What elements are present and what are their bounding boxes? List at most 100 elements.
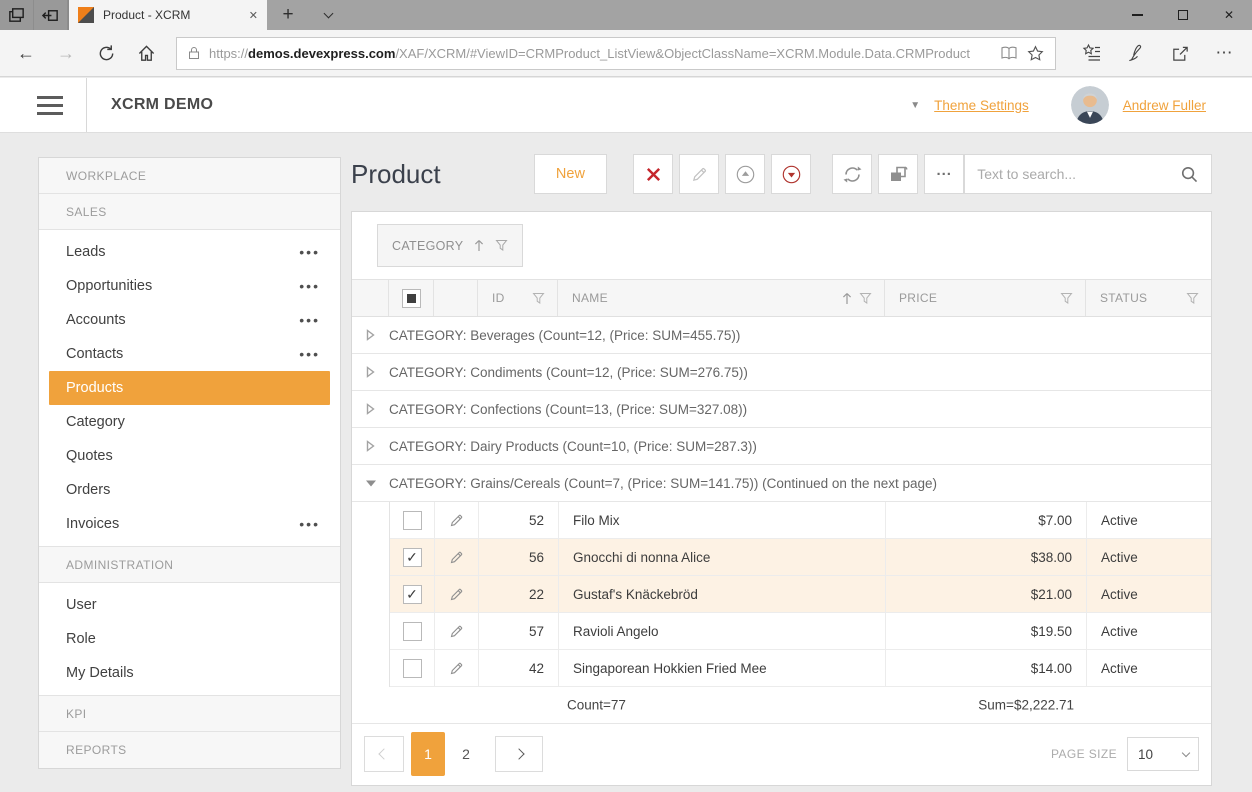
set-tabs-aside-button[interactable] <box>34 0 68 30</box>
column-chooser-button[interactable] <box>878 154 918 194</box>
cell-id: 22 <box>479 576 559 612</box>
sidebar-group-kpi[interactable]: KPI <box>39 696 340 732</box>
collapse-all-button[interactable] <box>725 154 765 194</box>
group-row-dairy-products[interactable]: CATEGORY: Dairy Products (Count=10, (Pri… <box>352 428 1211 465</box>
lock-icon <box>188 46 200 60</box>
web-note-button[interactable] <box>1114 33 1158 73</box>
share-button[interactable] <box>1158 33 1202 73</box>
tab-list-button[interactable] <box>309 0 347 30</box>
prev-page-button[interactable] <box>364 736 404 772</box>
sidebar-group-reports[interactable]: REPORTS <box>39 732 340 768</box>
forward-button[interactable]: → <box>46 33 86 73</box>
edit-button[interactable] <box>679 154 719 194</box>
theme-caret-icon[interactable]: ▼ <box>910 100 920 111</box>
expand-arrow-icon[interactable] <box>352 366 389 378</box>
filter-icon[interactable] <box>532 292 545 305</box>
hub-button[interactable] <box>1070 33 1114 73</box>
new-button[interactable]: New <box>534 154 608 194</box>
sidebar-group-sales[interactable]: SALES <box>39 194 340 230</box>
row-checkbox[interactable] <box>403 659 422 678</box>
menu-toggle-button[interactable] <box>37 96 63 115</box>
user-name-link[interactable]: Andrew Fuller <box>1123 98 1206 113</box>
refresh-button[interactable] <box>86 33 126 73</box>
back-button[interactable]: ← <box>6 33 46 73</box>
group-label: SALES <box>66 205 107 219</box>
page-button-1[interactable]: 1 <box>411 732 445 776</box>
row-edit-button[interactable] <box>435 539 479 575</box>
sidebar-group-administration[interactable]: ADMINISTRATION <box>39 547 340 583</box>
filter-icon[interactable] <box>1060 292 1073 305</box>
reading-view-icon[interactable] <box>1000 46 1018 60</box>
sidebar-item-category[interactable]: Category <box>39 405 340 439</box>
tab-close-icon[interactable]: ✕ <box>249 9 258 22</box>
expand-arrow-icon[interactable] <box>352 440 389 452</box>
cell-status: Active <box>1087 539 1211 575</box>
row-edit-button[interactable] <box>435 613 479 649</box>
minimize-button[interactable] <box>1114 0 1160 30</box>
group-row-condiments[interactable]: CATEGORY: Condiments (Count=12, (Price: … <box>352 354 1211 391</box>
next-page-button[interactable] <box>495 736 543 772</box>
expand-all-button[interactable] <box>771 154 811 194</box>
sidebar-item-products[interactable]: Products <box>49 371 330 405</box>
favorite-star-icon[interactable] <box>1027 45 1044 62</box>
column-header-name[interactable]: NAME <box>558 280 885 316</box>
column-header-id[interactable]: ID <box>478 280 558 316</box>
group-chip-category[interactable]: CATEGORY <box>377 224 523 267</box>
theme-settings-link[interactable]: Theme Settings <box>934 98 1029 113</box>
address-bar[interactable]: https://demos.devexpress.com/XAF/XCRM/#V… <box>176 37 1056 70</box>
filter-icon[interactable] <box>1186 292 1199 305</box>
sidebar-group-workplace[interactable]: WORKPLACE <box>39 158 340 194</box>
search-input[interactable] <box>977 166 1180 182</box>
grid-refresh-button[interactable] <box>832 154 872 194</box>
expand-arrow-icon[interactable] <box>352 329 389 341</box>
delete-button[interactable] <box>633 154 673 194</box>
cell-price: $38.00 <box>886 539 1087 575</box>
user-avatar[interactable] <box>1071 86 1109 124</box>
table-row[interactable]: 57 Ravioli Angelo $19.50 Active <box>390 613 1211 650</box>
sidebar-item-orders[interactable]: Orders <box>39 473 340 507</box>
row-edit-button[interactable] <box>435 576 479 612</box>
home-button[interactable] <box>126 33 166 73</box>
filter-icon[interactable] <box>859 292 872 305</box>
group-row-grains-cereals[interactable]: CATEGORY: Grains/Cereals (Count=7, (Pric… <box>352 465 1211 502</box>
sidebar-item-my-details[interactable]: My Details <box>39 656 340 690</box>
new-tab-button[interactable]: + <box>267 0 309 30</box>
table-row[interactable]: 22 Gustaf's Knäckebröd $21.00 Active <box>390 576 1211 613</box>
table-row[interactable]: 52 Filo Mix $7.00 Active <box>390 502 1211 539</box>
row-edit-button[interactable] <box>435 650 479 686</box>
sidebar-item-opportunities[interactable]: Opportunities••• <box>39 269 340 303</box>
sidebar-item-quotes[interactable]: Quotes <box>39 439 340 473</box>
column-header-price[interactable]: PRICE <box>885 280 1086 316</box>
sidebar-item-accounts[interactable]: Accounts••• <box>39 303 340 337</box>
row-checkbox[interactable] <box>403 622 422 641</box>
search-icon[interactable] <box>1180 165 1199 184</box>
close-button[interactable]: ✕ <box>1206 0 1252 30</box>
row-select-cell <box>390 539 435 575</box>
sidebar-item-leads[interactable]: Leads••• <box>39 235 340 269</box>
sidebar-item-user[interactable]: User <box>39 588 340 622</box>
maximize-button[interactable] <box>1160 0 1206 30</box>
table-row[interactable]: 42 Singaporean Hokkien Fried Mee $14.00 … <box>390 650 1211 687</box>
browser-menu-button[interactable]: ⋯ <box>1202 33 1246 73</box>
more-actions-button[interactable]: ... <box>924 154 964 194</box>
group-row-confections[interactable]: CATEGORY: Confections (Count=13, (Price:… <box>352 391 1211 428</box>
sidebar-item-role[interactable]: Role <box>39 622 340 656</box>
page-button-2[interactable]: 2 <box>449 732 483 776</box>
column-header-status[interactable]: STATUS <box>1086 280 1211 316</box>
row-edit-button[interactable] <box>435 502 479 538</box>
collapse-arrow-icon[interactable] <box>352 479 389 488</box>
sidebar-item-contacts[interactable]: Contacts••• <box>39 337 340 371</box>
browser-tab[interactable]: Product - XCRM ✕ <box>69 0 267 30</box>
page-title: Product <box>351 159 441 190</box>
row-checkbox[interactable] <box>403 511 422 530</box>
filter-icon[interactable] <box>495 239 508 252</box>
sidebar-item-invoices[interactable]: Invoices••• <box>39 507 340 541</box>
select-all-checkbox[interactable] <box>402 289 421 308</box>
row-checkbox[interactable] <box>403 585 422 604</box>
table-row[interactable]: 56 Gnocchi di nonna Alice $38.00 Active <box>390 539 1211 576</box>
tab-preview-button[interactable] <box>0 0 34 30</box>
row-checkbox[interactable] <box>403 548 422 567</box>
group-row-beverages[interactable]: CATEGORY: Beverages (Count=12, (Price: S… <box>352 317 1211 354</box>
page-size-select[interactable]: 10 <box>1127 737 1199 771</box>
expand-arrow-icon[interactable] <box>352 403 389 415</box>
